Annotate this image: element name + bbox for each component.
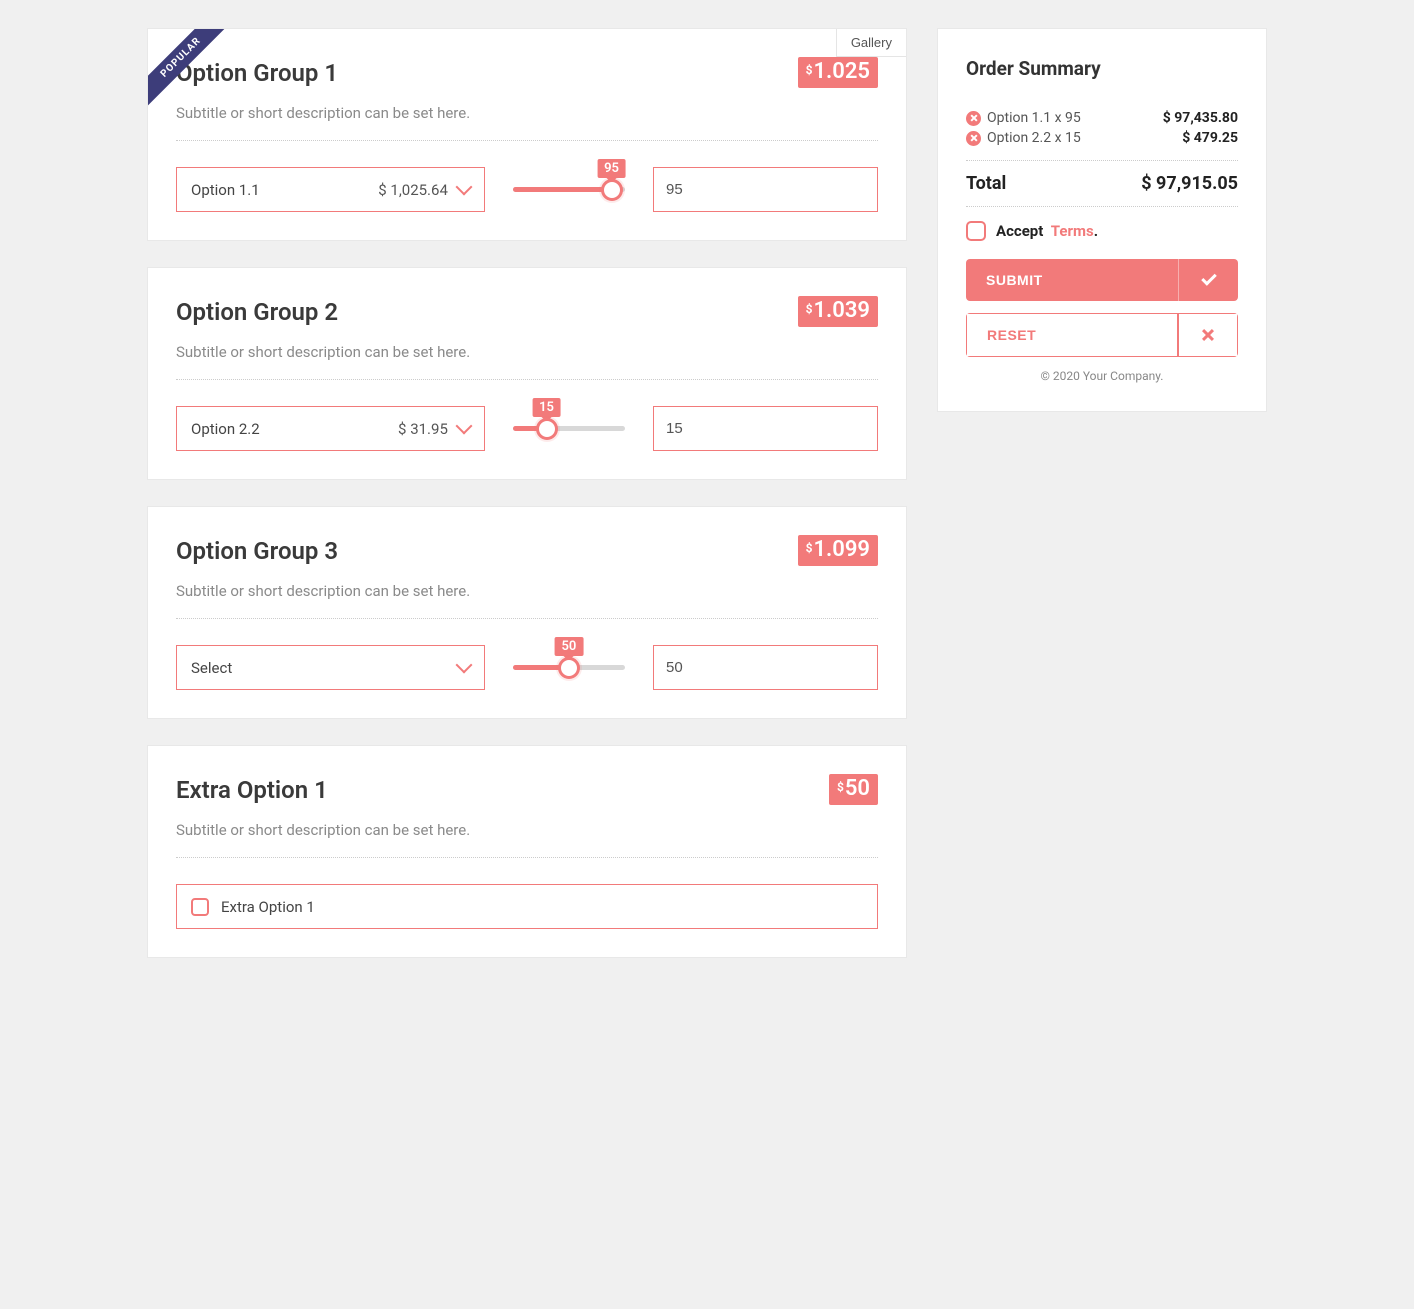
slider-thumb[interactable]	[558, 657, 580, 679]
controls-row: Option 1.1 $ 1,025.64 95	[176, 167, 878, 212]
select-label: Select	[191, 659, 232, 677]
currency-symbol: $	[806, 63, 813, 77]
summary-title: Order Summary	[966, 57, 1238, 80]
group-title: Option Group 3	[176, 537, 338, 565]
option-select[interactable]: Select	[176, 645, 485, 690]
accept-label: Accept	[996, 222, 1043, 240]
divider	[176, 379, 878, 380]
submit-row: SUBMIT	[966, 259, 1238, 301]
group-subtitle: Subtitle or short description can be set…	[176, 343, 878, 361]
divider	[176, 857, 878, 858]
price-badge: $1.099	[798, 535, 878, 566]
select-price: $ 1,025.64	[378, 181, 448, 199]
total-row: Total $ 97,915.05	[966, 173, 1238, 194]
quantity-input[interactable]	[653, 406, 878, 451]
summary-item-amount: $ 479.25	[1182, 130, 1238, 146]
gallery-button[interactable]: Gallery	[836, 29, 906, 57]
reset-icon-button[interactable]	[1178, 313, 1238, 357]
quantity-slider[interactable]: 50	[513, 645, 625, 690]
total-amount: $ 97,915.05	[1141, 173, 1238, 194]
check-icon	[1201, 270, 1217, 286]
option-group-card: POPULARGalleryOption Group 1$1.025Subtit…	[147, 28, 907, 241]
terms-row: Accept Terms.	[966, 221, 1238, 241]
divider	[176, 618, 878, 619]
currency-symbol: $	[806, 302, 813, 316]
extra-option-checkbox[interactable]	[191, 898, 209, 916]
total-label: Total	[966, 173, 1006, 194]
controls-row: Option 2.2 $ 31.95 15	[176, 406, 878, 451]
summary-line: Option 2.2 x 15 $ 479.25	[966, 130, 1238, 146]
select-label: Option 2.2	[191, 420, 260, 438]
price-value: 1.039	[813, 298, 870, 323]
summary-line: Option 1.1 x 95 $ 97,435.80	[966, 110, 1238, 126]
chevron-down-icon	[455, 179, 472, 196]
select-price: $ 31.95	[398, 420, 448, 438]
price-badge: $50	[829, 774, 878, 805]
group-subtitle: Subtitle or short description can be set…	[176, 582, 878, 600]
remove-item-icon[interactable]	[966, 131, 981, 146]
price-value: 1.025	[813, 59, 870, 84]
reset-row: RESET	[966, 313, 1238, 357]
currency-symbol: $	[837, 780, 844, 794]
quantity-input[interactable]	[653, 167, 878, 212]
summary-item-label: Option 1.1 x 95	[987, 110, 1081, 126]
group-title: Extra Option 1	[176, 776, 328, 804]
group-subtitle: Subtitle or short description can be set…	[176, 104, 878, 122]
group-subtitle: Subtitle or short description can be set…	[176, 821, 878, 839]
slider-tooltip: 95	[597, 159, 626, 178]
close-icon	[1201, 328, 1215, 342]
submit-icon-button[interactable]	[1178, 259, 1238, 301]
terms-link[interactable]: Terms	[1051, 222, 1094, 240]
group-title: Option Group 1	[176, 59, 338, 87]
option-group-card: Option Group 3 $1.099 Subtitle or short de…	[147, 506, 907, 719]
extra-option-label: Extra Option 1	[221, 898, 315, 916]
submit-button[interactable]: SUBMIT	[966, 259, 1178, 301]
divider	[176, 140, 878, 141]
group-title: Option Group 2	[176, 298, 338, 326]
price-value: 1.099	[813, 537, 870, 562]
quantity-slider[interactable]: 95	[513, 167, 625, 212]
chevron-down-icon	[455, 418, 472, 435]
accept-terms-checkbox[interactable]	[966, 221, 986, 241]
slider-tooltip: 15	[532, 398, 561, 417]
option-select[interactable]: Option 2.2 $ 31.95	[176, 406, 485, 451]
divider	[966, 160, 1238, 161]
currency-symbol: $	[806, 541, 813, 555]
slider-thumb[interactable]	[601, 179, 623, 201]
quantity-slider[interactable]: 15	[513, 406, 625, 451]
quantity-input[interactable]	[653, 645, 878, 690]
option-select[interactable]: Option 1.1 $ 1,025.64	[176, 167, 485, 212]
controls-row: Select 50	[176, 645, 878, 690]
summary-item-label: Option 2.2 x 15	[987, 130, 1081, 146]
extra-option-checkbox-row[interactable]: Extra Option 1	[176, 884, 878, 929]
order-summary-card: Order Summary Option 1.1 x 95 $ 97,435.80…	[937, 28, 1267, 412]
summary-item-amount: $ 97,435.80	[1163, 110, 1238, 126]
select-label: Option 1.1	[191, 181, 260, 199]
price-badge: $1.039	[798, 296, 878, 327]
copyright: © 2020 Your Company.	[966, 369, 1238, 383]
chevron-down-icon	[455, 657, 472, 674]
option-group-card: Option Group 2 $1.039 Subtitle or short de…	[147, 267, 907, 480]
slider-tooltip: 50	[555, 637, 584, 656]
divider	[966, 206, 1238, 207]
price-value: 50	[845, 776, 870, 801]
slider-thumb[interactable]	[536, 418, 558, 440]
remove-item-icon[interactable]	[966, 111, 981, 126]
reset-button[interactable]: RESET	[966, 313, 1178, 357]
terms-period: .	[1094, 222, 1098, 240]
option-group-card: Extra Option 1 $50 Subtitle or short descr…	[147, 745, 907, 958]
price-badge: $1.025	[798, 57, 878, 88]
